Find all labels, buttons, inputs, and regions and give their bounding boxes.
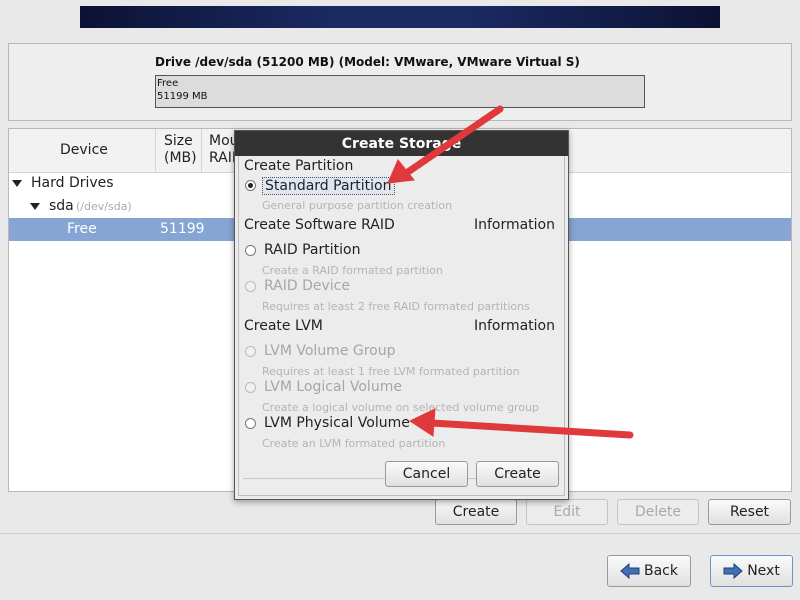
expander-icon[interactable] — [12, 180, 22, 187]
dialog-create-button[interactable]: Create — [476, 461, 559, 487]
section-create-lvm: Create LVM — [244, 318, 323, 334]
back-button[interactable]: Back — [607, 555, 691, 587]
option-description: Requires at least 1 free LVM formated pa… — [262, 365, 520, 378]
radio-icon[interactable] — [245, 180, 256, 191]
column-size[interactable]: Size (MB) — [156, 129, 202, 172]
option-description: Requires at least 2 free RAID formated p… — [262, 300, 530, 313]
expander-icon[interactable] — [30, 203, 40, 210]
option-description: Create an LVM formated partition — [262, 437, 446, 450]
divider — [0, 533, 800, 534]
reset-button[interactable]: Reset — [708, 499, 791, 525]
create-storage-dialog: Create Storage Create Partition Standard… — [234, 130, 569, 500]
lvm-information-label: Information — [473, 318, 555, 334]
radio-icon — [245, 346, 256, 357]
next-button[interactable]: Next — [710, 555, 793, 587]
segment-size: 51199 MB — [157, 91, 208, 102]
top-banner — [80, 6, 720, 28]
delete-button[interactable]: Delete — [617, 499, 699, 525]
dialog-title: Create Storage — [235, 131, 568, 156]
edit-button[interactable]: Edit — [526, 499, 608, 525]
section-create-raid: Create Software RAID — [244, 217, 395, 233]
drive-summary-panel: Drive /dev/sda (51200 MB) (Model: VMware… — [8, 43, 792, 121]
drive-title: Drive /dev/sda (51200 MB) (Model: VMware… — [155, 55, 580, 69]
option-description: Create a logical volume on selected volu… — [262, 401, 540, 414]
radio-icon — [245, 382, 256, 393]
next-arrow-icon — [723, 563, 743, 579]
cancel-button[interactable]: Cancel — [385, 461, 468, 487]
option-description: Create a RAID formated partition — [262, 264, 443, 277]
radio-icon[interactable] — [245, 245, 256, 256]
radio-icon[interactable] — [245, 418, 256, 429]
drive-free-segment[interactable]: Free 51199 MB — [155, 75, 645, 108]
dialog-body: Create Partition Standard Partition Gene… — [238, 156, 565, 496]
option-description: General purpose partition creation — [262, 199, 453, 212]
column-device[interactable]: Device — [9, 129, 156, 172]
create-button[interactable]: Create — [435, 499, 517, 525]
radio-icon — [245, 281, 256, 292]
segment-label: Free — [157, 78, 179, 89]
raid-information-label: Information — [473, 217, 555, 233]
back-arrow-icon — [620, 563, 640, 579]
section-create-partition: Create Partition — [244, 158, 354, 174]
